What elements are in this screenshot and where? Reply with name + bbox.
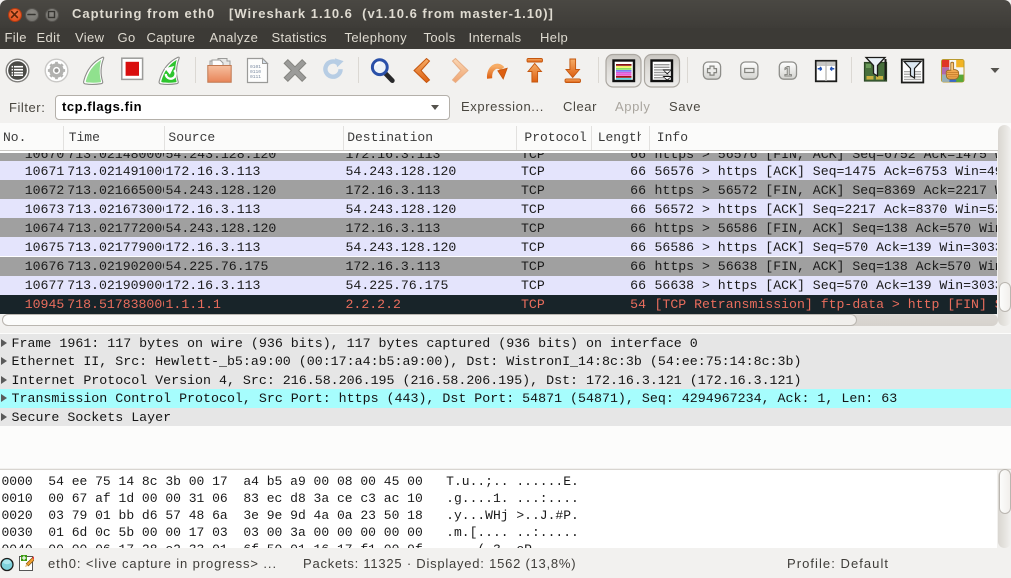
svg-text:1: 1: [784, 63, 792, 79]
svg-text:0111: 0111: [250, 74, 261, 80]
